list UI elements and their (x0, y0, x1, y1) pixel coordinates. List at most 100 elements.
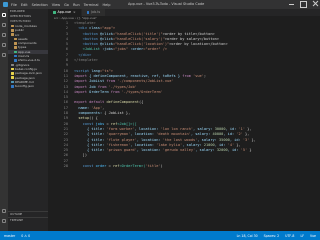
code-token: >order by salary</button> (164, 36, 219, 41)
code-token: components: (74, 111, 105, 116)
code-token: from (106, 79, 118, 84)
code-token: ({ (138, 100, 144, 105)
code-text: </template> (74, 58, 98, 63)
problems-count[interactable]: 0 ⚠ 0 (21, 234, 30, 238)
code-token: jobs (95, 121, 107, 126)
timeline-header[interactable]: TIMELINE (8, 216, 48, 223)
file-icon (14, 59, 17, 62)
code-token: , salary: (197, 137, 219, 142)
file-icon (11, 67, 14, 71)
code-token: 32000 (216, 148, 228, 153)
tab-job-ts[interactable]: Job.ts (81, 9, 107, 16)
file-icon (14, 37, 17, 41)
editor-area: App.vue × Job.ts src › App.vue › {} "App… (48, 9, 320, 231)
menu-terminal[interactable]: Terminal (84, 3, 99, 7)
tab-label: App.vue (57, 10, 72, 14)
code-token: , id: (229, 137, 243, 142)
code-token: :jobs (102, 47, 113, 52)
code-token: <script (74, 68, 92, 73)
code-token: , location: (136, 137, 163, 142)
code-token: <template> (74, 21, 96, 25)
code-token: 'the lost woods' (162, 137, 198, 142)
file-icon (11, 29, 14, 32)
code-token: ="jobs" (112, 47, 131, 52)
code-token: lang (91, 68, 100, 73)
code-token: ]) (74, 153, 87, 158)
code-token: </template> (74, 58, 98, 63)
cursor-position[interactable]: Ln 18, Col 30 (237, 234, 258, 238)
minimize-icon[interactable] (289, 1, 294, 6)
menu-edit[interactable]: Edit (21, 3, 28, 7)
code-token: 'vue' (193, 73, 204, 78)
tree-item[interactable]: tsconfig.json (8, 84, 48, 88)
file-tree: node_modules public src assets components typ… (8, 24, 48, 88)
code-token: <button (74, 36, 100, 41)
code-token: 'death mountain' (156, 132, 191, 137)
code-token: , id: (225, 126, 239, 131)
code-token: export default (74, 100, 107, 105)
code-token: import (74, 84, 90, 89)
code-token: './types/OrderTerm' (121, 89, 163, 94)
code-token: , location: (130, 142, 157, 147)
code-token: 'title' (145, 164, 161, 169)
code-text: ]) (74, 153, 87, 158)
code-token: }, (234, 142, 241, 147)
code-token: import (74, 73, 90, 78)
code-text: { title: 'prison guard', location: 'geru… (74, 148, 252, 153)
menu-file[interactable]: File (11, 3, 17, 7)
code-token: ="handleClick('title')" (112, 31, 163, 36)
file-icon (14, 50, 17, 54)
code-token: { defineComponent, reactive, ref, toRefs… (89, 73, 183, 78)
code-token: , id: (223, 132, 237, 137)
code-token: 'flute player' (106, 137, 137, 142)
files-icon[interactable] (2, 13, 6, 17)
code-token: 'prison guard' (106, 148, 137, 153)
window-title: App.vue - Vue3-Ts-Todo - Visual Studio C… (128, 2, 205, 6)
line-ending[interactable]: LF (300, 234, 304, 238)
code-token: { title: (74, 137, 107, 142)
tab-app-vue[interactable]: App.vue × (48, 9, 82, 16)
code-token: 'quarryman' (106, 132, 131, 137)
code-token: 'fisherman' (106, 142, 131, 147)
code-token: ="order" /> (143, 47, 168, 52)
code-token: <button (74, 31, 100, 36)
code-token: @click (99, 36, 113, 41)
menu-go[interactable]: Go (64, 3, 69, 7)
account-icon[interactable] (2, 209, 6, 213)
code-token: , salary: (190, 132, 213, 137)
code-token: , (102, 105, 105, 110)
code-token: { title: (74, 132, 107, 137)
code-token: const (74, 121, 96, 126)
search-icon[interactable] (2, 23, 6, 27)
line-number: 28 (63, 164, 68, 169)
extensions-icon[interactable] (2, 53, 6, 57)
file-icon (11, 24, 14, 28)
code-editor[interactable]: 1 <template> 2 <div class="app"> 3 <button … (48, 21, 320, 231)
indentation[interactable]: Spaces: 2 (264, 234, 280, 238)
git-branch[interactable]: master (4, 234, 15, 238)
menu-run[interactable]: Run (73, 3, 80, 7)
ts-file-icon (86, 11, 90, 14)
menu-view[interactable]: View (52, 3, 60, 7)
code-token: 'gerudo valley' (162, 148, 196, 153)
code-token: 'App' (91, 105, 103, 110)
source-control-icon[interactable] (2, 33, 6, 37)
settings-gear-icon[interactable] (2, 219, 6, 223)
close-tab-icon[interactable]: × (73, 9, 76, 16)
code-token: , salary: (182, 142, 204, 147)
menu-help[interactable]: Help (102, 3, 110, 7)
encoding[interactable]: UTF-8 (285, 234, 294, 238)
code-line[interactable]: 28 const order = ref<OrderTerm>('title') (48, 164, 320, 169)
menu-bar: File Edit Selection View Go Run Terminal… (11, 3, 110, 7)
code-token: }, (242, 132, 250, 137)
run-debug-icon[interactable] (2, 43, 6, 47)
file-icon (11, 85, 14, 88)
explorer-sidebar: EXPLORER OPEN EDITORS VUE3-TS-TODO node_… (8, 9, 48, 231)
code-token: </div> (74, 52, 92, 57)
menu-selection[interactable]: Selection (32, 3, 48, 7)
code-token: 'farm worker' (106, 126, 135, 131)
code-token: 'lon lon ranch' (160, 126, 194, 131)
maximize-icon[interactable] (300, 1, 307, 8)
language-mode[interactable]: Vue (310, 234, 316, 238)
close-window-icon[interactable] (313, 1, 318, 6)
